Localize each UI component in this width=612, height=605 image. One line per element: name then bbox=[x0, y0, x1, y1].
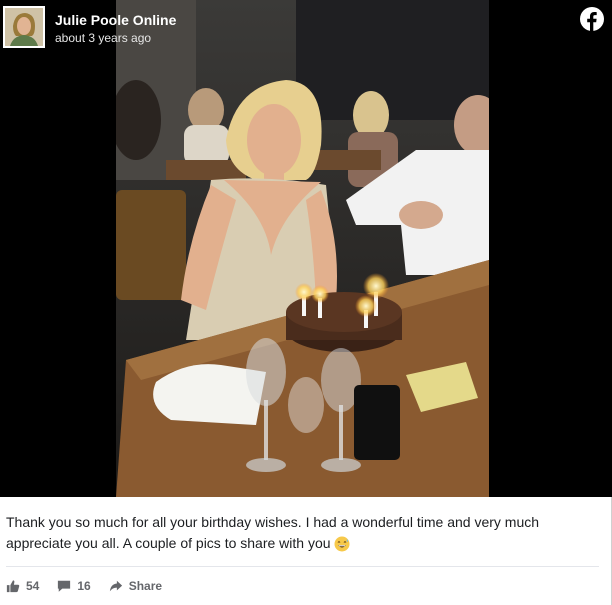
comment-button[interactable]: 16 bbox=[57, 579, 91, 593]
share-arrow-icon bbox=[109, 580, 122, 592]
caption-text: Thank you so much for all your birthday … bbox=[6, 514, 540, 551]
grinning-sweat-face-icon bbox=[334, 536, 350, 552]
like-count: 54 bbox=[26, 579, 40, 593]
post-header: Julie Poole Online about 3 years ago bbox=[0, 0, 612, 60]
page-avatar[interactable] bbox=[3, 6, 45, 48]
post-actions: 54 16 Share bbox=[6, 576, 180, 596]
facebook-logo-icon[interactable] bbox=[580, 7, 604, 31]
like-button[interactable]: 54 bbox=[6, 579, 39, 593]
thumbs-up-icon bbox=[6, 580, 20, 593]
page-name[interactable]: Julie Poole Online bbox=[55, 12, 176, 28]
share-button[interactable]: Share bbox=[109, 579, 162, 593]
post-caption: Thank you so much for all your birthday … bbox=[6, 512, 566, 554]
post-media[interactable]: Julie Poole Online about 3 years ago bbox=[0, 0, 612, 497]
birthday-photo[interactable] bbox=[116, 0, 489, 497]
share-label: Share bbox=[128, 579, 163, 593]
comment-icon bbox=[58, 580, 71, 592]
comment-count: 16 bbox=[77, 579, 91, 593]
facebook-post: Julie Poole Online about 3 years ago Tha… bbox=[0, 0, 612, 605]
post-timestamp[interactable]: about 3 years ago bbox=[55, 31, 151, 45]
divider bbox=[6, 566, 599, 567]
avatar-image bbox=[5, 8, 43, 46]
